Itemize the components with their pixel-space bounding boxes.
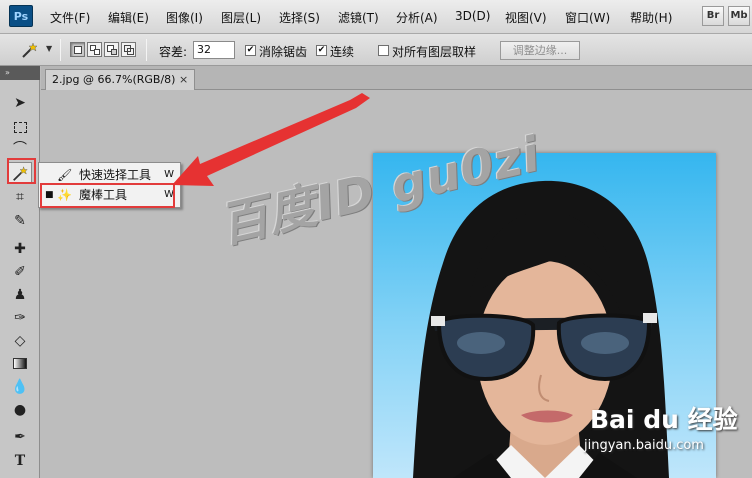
menu-file[interactable]: 文件(F) [50, 9, 90, 26]
menu-window[interactable]: 窗口(W) [565, 9, 610, 26]
magic-wand-icon [22, 42, 38, 58]
contiguous-checkbox[interactable]: ✔ [316, 45, 327, 56]
document-tab-bar: 2.jpg @ 66.7%(RGB/8) × [41, 66, 752, 90]
document-title: 2.jpg @ 66.7%(RGB/8) [52, 73, 176, 86]
tool-preset-picker[interactable]: ▼ [16, 40, 56, 62]
chevron-down-icon: ▼ [46, 44, 53, 53]
marquee-icon [13, 122, 27, 133]
panel-collapse-handle[interactable]: » [0, 66, 40, 80]
healing-brush-tool[interactable]: ✚ [8, 238, 32, 260]
menu-layer[interactable]: 图层(L) [221, 9, 261, 26]
mini-bridge-button[interactable]: Mb [728, 6, 750, 26]
dodge-tool[interactable]: ● [8, 399, 32, 421]
menu-select[interactable]: 选择(S) [279, 9, 320, 26]
eraser-tool[interactable]: ◇ [8, 330, 32, 352]
crop-tool[interactable]: ⌗ [8, 186, 32, 208]
history-brush-icon: ✑ [14, 310, 26, 326]
tolerance-label: 容差: [159, 45, 188, 59]
contiguous-label: 连续 [330, 45, 355, 59]
menu-help[interactable]: 帮助(H) [630, 9, 672, 26]
antialias-label: 消除锯齿 [259, 45, 308, 59]
type-tool[interactable]: T [8, 450, 32, 472]
dodge-icon: ● [13, 402, 27, 418]
menu-bar: Ps 文件(F) 编辑(E) 图像(I) 图层(L) 选择(S) 滤镜(T) 分… [0, 0, 752, 34]
photoshop-logo: Ps [9, 5, 33, 27]
menu-image[interactable]: 图像(I) [166, 9, 203, 26]
flyout-item-label: 快速选择工具 [79, 168, 152, 182]
tools-panel: » ➤ ⌒ ⌗ ✎ ✚ ✐ ♟ ✑ ◇ 💧 ● ✒ T [0, 66, 40, 478]
tolerance-input[interactable]: 32 [193, 41, 235, 59]
intersect-selection-button[interactable] [121, 42, 136, 57]
magic-wand-highlight-box [7, 158, 36, 184]
blur-drop-icon: 💧 [11, 379, 29, 395]
check-icon: ✔ [317, 45, 326, 55]
sample-all-layers-label: 对所有图层取样 [392, 45, 477, 59]
lasso-tool[interactable]: ⌒ [8, 138, 32, 160]
menu-3d[interactable]: 3D(D) [455, 9, 490, 23]
antialias-checkbox[interactable]: ✔ [245, 45, 256, 56]
baidu-url: jingyan.baidu.com [584, 438, 704, 453]
brush-icon: ✐ [14, 264, 26, 280]
document-tab[interactable]: 2.jpg @ 66.7%(RGB/8) × [45, 69, 195, 90]
flyout-item-shortcut: W [164, 169, 174, 180]
eyedropper-icon: ✎ [14, 213, 26, 229]
new-selection-button[interactable] [70, 42, 85, 57]
flyout-quick-selection[interactable]: 🖌 快速选择工具 W [39, 165, 180, 185]
quick-selection-icon: 🖌 [57, 168, 73, 182]
gradient-icon [13, 358, 27, 369]
magic-wand-flyout-highlight-box [40, 183, 175, 208]
sample-all-layers-checkbox[interactable] [378, 45, 389, 56]
menu-view[interactable]: 视图(V) [505, 9, 547, 26]
baidu-logo-text: Bai du 经验 [590, 405, 738, 434]
pen-icon: ✒ [14, 429, 26, 445]
marquee-tool[interactable] [8, 117, 32, 139]
menu-filter[interactable]: 滤镜(T) [338, 9, 379, 26]
add-to-selection-button[interactable] [87, 42, 102, 57]
subtract-from-selection-button[interactable] [104, 42, 119, 57]
bandage-icon: ✚ [14, 241, 26, 257]
brush-tool[interactable]: ✐ [8, 261, 32, 283]
crop-icon: ⌗ [16, 189, 24, 205]
move-icon: ➤ [14, 95, 26, 111]
menu-edit[interactable]: 编辑(E) [108, 9, 149, 26]
bridge-button[interactable]: Br [702, 6, 724, 26]
check-icon: ✔ [246, 45, 255, 55]
move-tool[interactable]: ➤ [8, 92, 32, 114]
type-icon: T [14, 453, 26, 469]
eyedropper-tool[interactable]: ✎ [8, 210, 32, 232]
eraser-icon: ◇ [14, 333, 26, 349]
clone-stamp-tool[interactable]: ♟ [8, 284, 32, 306]
history-brush-tool[interactable]: ✑ [8, 307, 32, 329]
options-bar: ▼ 容差: 32 ✔ 消除锯齿 ✔ 连续 对所有图层取样 调整边缘... [0, 34, 752, 66]
blur-tool[interactable]: 💧 [8, 376, 32, 398]
gradient-tool[interactable] [8, 353, 32, 375]
refine-edge-button[interactable]: 调整边缘... [500, 41, 580, 60]
pen-tool[interactable]: ✒ [8, 426, 32, 448]
lasso-icon: ⌒ [13, 141, 27, 157]
close-icon[interactable]: × [179, 70, 188, 90]
menu-analysis[interactable]: 分析(A) [396, 9, 438, 26]
stamp-icon: ♟ [13, 287, 27, 303]
baidu-jingyan-logo: Bai du 经验 jingyan.baidu.com [584, 396, 748, 466]
